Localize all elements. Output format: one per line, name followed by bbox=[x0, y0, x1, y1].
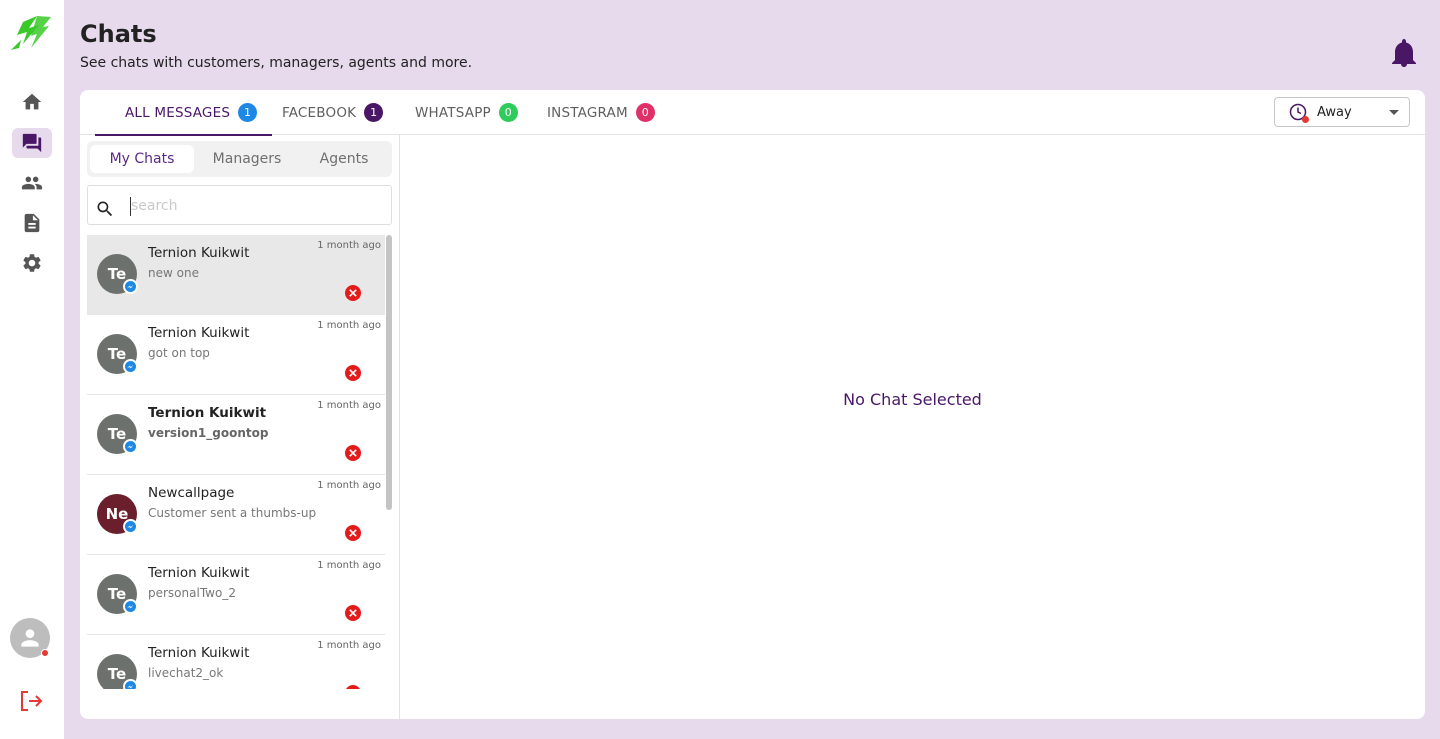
message-preview: Customer sent a thumbs-up bbox=[148, 506, 317, 520]
search-input[interactable] bbox=[131, 194, 371, 218]
scrollbar-thumb[interactable] bbox=[386, 235, 392, 510]
close-chat-button[interactable] bbox=[345, 685, 361, 689]
count-badge: 1 bbox=[238, 103, 258, 122]
subtab-agents[interactable]: Agents bbox=[299, 145, 389, 173]
bell-icon[interactable] bbox=[1392, 38, 1416, 68]
tab-label: INSTAGRAM bbox=[547, 104, 628, 121]
chat-list-item[interactable]: Te Ternion Kuikwit new one 1 month ago bbox=[87, 235, 385, 315]
people-icon bbox=[21, 176, 43, 190]
subtabs: My Chats Managers Agents bbox=[87, 141, 392, 177]
tab-facebook[interactable]: FACEBOOK 1 bbox=[282, 90, 384, 135]
close-icon bbox=[349, 289, 357, 297]
chat-list-item[interactable]: Te Ternion Kuikwit livechat2_ok 1 month ago bbox=[87, 635, 385, 689]
messenger-icon bbox=[123, 599, 138, 614]
close-chat-button[interactable] bbox=[345, 525, 361, 541]
user-avatar[interactable] bbox=[10, 618, 50, 658]
close-chat-button[interactable] bbox=[345, 605, 361, 621]
nav-settings[interactable] bbox=[12, 248, 52, 278]
close-icon bbox=[349, 369, 357, 377]
messenger-icon bbox=[123, 279, 138, 294]
timestamp: 1 month ago bbox=[317, 480, 381, 491]
chat-list-item[interactable]: Te Ternion Kuikwit got on top 1 month ago bbox=[87, 315, 385, 395]
messenger-icon bbox=[123, 439, 138, 454]
tab-label: ALL MESSAGES bbox=[125, 104, 231, 121]
message-preview: new one bbox=[148, 266, 199, 280]
tabs-bar: ALL MESSAGES 1 FACEBOOK 1 WHATSAPP 0 INS… bbox=[80, 90, 1425, 136]
sidebar bbox=[0, 0, 64, 739]
tab-label: FACEBOOK bbox=[282, 104, 357, 121]
tab-label: WHATSAPP bbox=[415, 104, 491, 121]
status-dot bbox=[41, 649, 49, 657]
contact-name: Newcallpage bbox=[148, 485, 235, 501]
scrollbar[interactable] bbox=[386, 235, 392, 689]
subtab-my-chats[interactable]: My Chats bbox=[90, 145, 194, 173]
person-icon bbox=[21, 629, 39, 647]
status-value: Away bbox=[1317, 104, 1352, 120]
contact-name: Ternion Kuikwit bbox=[148, 405, 267, 421]
gear-icon bbox=[23, 254, 41, 272]
messenger-icon bbox=[123, 679, 138, 689]
chat-list-item[interactable]: Ne Newcallpage Customer sent a thumbs-up 1 … bbox=[87, 475, 385, 555]
tab-whatsapp[interactable]: WHATSAPP 0 bbox=[415, 90, 518, 135]
close-icon bbox=[349, 529, 357, 537]
logo-icon[interactable] bbox=[9, 14, 53, 52]
message-preview: got on top bbox=[148, 346, 210, 360]
chat-list-item[interactable]: Te Ternion Kuikwit personalTwo_2 1 month ag… bbox=[87, 555, 385, 635]
page-title: Chats bbox=[80, 20, 157, 48]
timestamp: 1 month ago bbox=[317, 640, 381, 651]
count-badge: 1 bbox=[364, 103, 384, 122]
page-subtitle: See chats with customers, managers, agen… bbox=[80, 55, 473, 71]
tab-all-messages[interactable]: ALL MESSAGES 1 bbox=[95, 90, 273, 136]
nav-contacts[interactable] bbox=[12, 168, 52, 198]
empty-state-text: No Chat Selected bbox=[843, 389, 982, 409]
close-icon bbox=[349, 609, 357, 617]
chevron-down-icon bbox=[1389, 110, 1399, 115]
timestamp: 1 month ago bbox=[317, 560, 381, 571]
timestamp: 1 month ago bbox=[317, 240, 381, 251]
chat-list-column: My Chats Managers Agents TeTernion Kuikw… bbox=[80, 135, 400, 719]
nav-home[interactable] bbox=[12, 87, 52, 117]
message-preview: version1_goontop bbox=[148, 426, 269, 440]
chat-list-item[interactable]: Te Ternion Kuikwit version1_goontop 1 month… bbox=[87, 395, 385, 475]
count-badge: 0 bbox=[498, 103, 518, 122]
messenger-icon bbox=[123, 519, 138, 534]
logout-icon[interactable] bbox=[19, 690, 43, 712]
search-box bbox=[87, 185, 392, 225]
clock-icon bbox=[1289, 103, 1309, 123]
contact-name: Ternion Kuikwit bbox=[148, 645, 250, 661]
count-badge: 0 bbox=[635, 103, 655, 122]
nav-reports[interactable] bbox=[12, 208, 52, 238]
subtab-managers[interactable]: Managers bbox=[199, 145, 295, 173]
away-dot bbox=[1302, 116, 1309, 123]
close-chat-button[interactable] bbox=[345, 365, 361, 381]
close-icon bbox=[349, 449, 357, 457]
chat-icon bbox=[22, 133, 42, 153]
chat-list: Te Ternion Kuikwit new one 1 month ago Te Ter… bbox=[87, 235, 392, 689]
tab-instagram[interactable]: INSTAGRAM 0 bbox=[547, 90, 655, 135]
nav-chats[interactable] bbox=[12, 128, 52, 158]
status-select[interactable]: Away bbox=[1274, 97, 1410, 127]
contact-name: Ternion Kuikwit bbox=[148, 565, 250, 581]
close-chat-button[interactable] bbox=[345, 285, 361, 301]
contact-name: Ternion Kuikwit bbox=[148, 245, 250, 261]
document-icon bbox=[24, 213, 40, 233]
message-preview: personalTwo_2 bbox=[148, 586, 236, 600]
messenger-icon bbox=[123, 359, 138, 374]
message-preview: livechat2_ok bbox=[148, 666, 224, 680]
empty-state: No Chat Selected bbox=[400, 135, 1425, 719]
timestamp: 1 month ago bbox=[317, 320, 381, 331]
timestamp: 1 month ago bbox=[317, 400, 381, 411]
chat-panel: ALL MESSAGES 1 FACEBOOK 1 WHATSAPP 0 INS… bbox=[80, 90, 1425, 719]
contact-name: Ternion Kuikwit bbox=[148, 325, 250, 341]
home-icon bbox=[22, 93, 42, 110]
close-chat-button[interactable] bbox=[345, 445, 361, 461]
search-icon bbox=[97, 201, 113, 217]
